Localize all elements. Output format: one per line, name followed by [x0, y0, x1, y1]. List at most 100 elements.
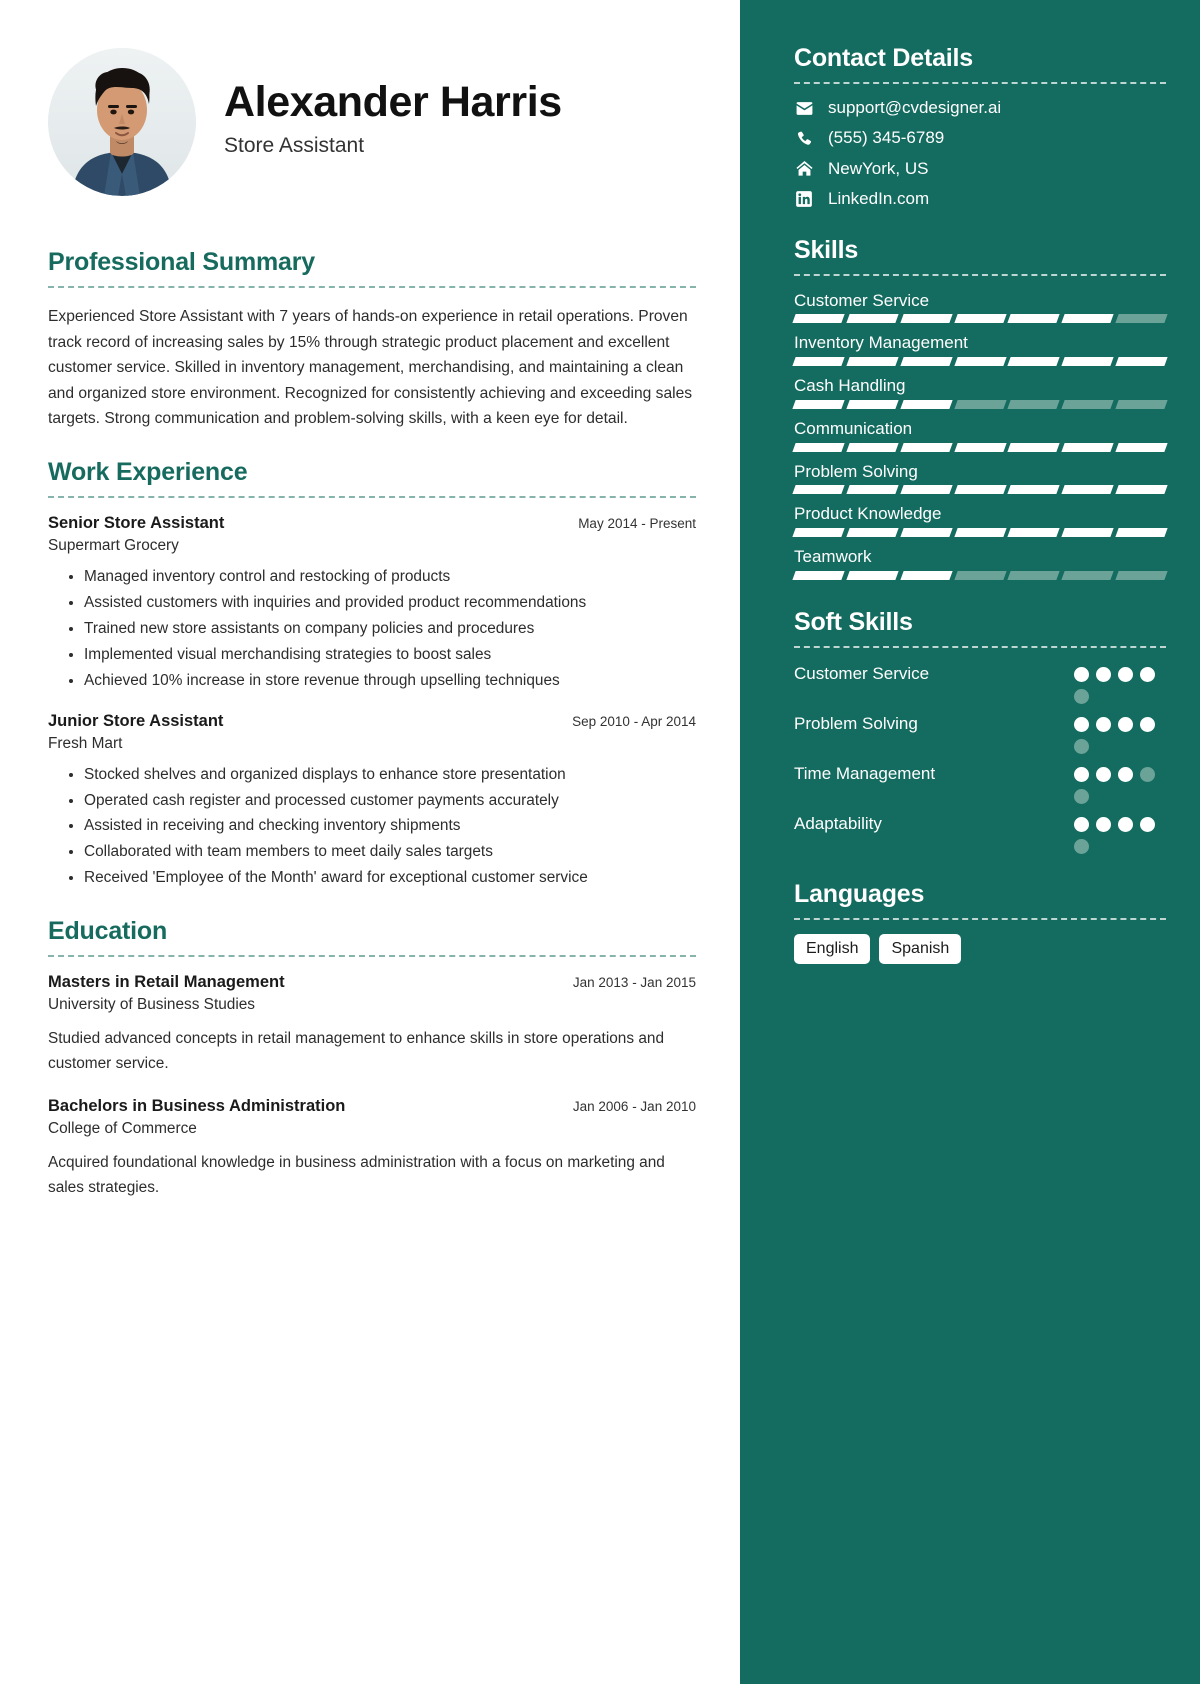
- skill-segment: [792, 442, 845, 452]
- section-professional-summary: Professional Summary Experienced Store A…: [48, 248, 696, 432]
- skill-level-bar: [792, 399, 1168, 409]
- job-title: Junior Store Assistant: [48, 711, 224, 730]
- skill-segment: [1061, 485, 1114, 495]
- skill-item: Communication: [792, 418, 1168, 452]
- education-dates: Jan 2013 - Jan 2015: [572, 975, 696, 991]
- skill-item: Cash Handling: [792, 375, 1168, 409]
- soft-skill-rating: [1074, 812, 1166, 854]
- skill-segment: [900, 357, 953, 367]
- divider: [794, 273, 1166, 276]
- work-experience-item: Senior Store Assistant May 2014 - Present…: [48, 514, 696, 694]
- education-header: Masters in Retail Management Jan 2013 - J…: [48, 973, 696, 992]
- work-experience-item: Junior Store Assistant Sep 2010 - Apr 201…: [48, 712, 696, 892]
- contact-value: LinkedIn.com: [828, 189, 930, 209]
- language-chip[interactable]: Spanish: [879, 933, 962, 965]
- sidebar-section-languages: Languages English Spanish: [794, 880, 1166, 965]
- rating-dot: [1074, 666, 1089, 682]
- section-title-soft-skills: Soft Skills: [794, 607, 913, 636]
- contact-row[interactable]: LinkedIn.com: [794, 189, 1166, 209]
- rating-dot: [1118, 716, 1133, 732]
- education-item: Masters in Retail Management Jan 2013 - J…: [48, 973, 696, 1077]
- contact-row[interactable]: (555) 345-6789: [794, 128, 1166, 148]
- divider: [794, 917, 1166, 920]
- skill-segment: [953, 528, 1007, 538]
- soft-skills-list: Customer Service Problem Solving Time Mana…: [794, 662, 1166, 854]
- skill-segment: [1115, 528, 1168, 538]
- name-block: Alexander Harris Store Assistant: [224, 80, 562, 163]
- skill-label: Communication: [794, 418, 913, 438]
- skill-segment: [792, 528, 845, 538]
- contact-row[interactable]: NewYork, US: [794, 159, 1166, 179]
- skill-segment: [953, 485, 1007, 495]
- skill-item: Customer Service: [792, 290, 1168, 324]
- skill-label: Inventory Management: [794, 333, 968, 353]
- skill-segment: [1115, 314, 1168, 324]
- job-bullet: Received 'Employee of the Month' award f…: [84, 866, 696, 891]
- skill-segment: [900, 314, 953, 324]
- education-description: Studied advanced concepts in retail mana…: [48, 1030, 665, 1073]
- section-title-work: Work Experience: [48, 457, 248, 486]
- job-bullet: Collaborated with team members to meet d…: [84, 840, 696, 865]
- soft-skill-label: Time Management: [794, 763, 936, 783]
- rating-dot: [1118, 666, 1133, 682]
- education-item: Bachelors in Business Administration Jan …: [48, 1097, 696, 1201]
- job-header: Senior Store Assistant May 2014 - Present: [48, 514, 696, 533]
- divider: [794, 645, 1166, 648]
- job-organization: Supermart Grocery: [48, 536, 179, 554]
- sidebar-section-soft-skills: Soft Skills Customer Service Problem Solv…: [794, 608, 1166, 854]
- skill-label: Cash Handling: [794, 376, 906, 396]
- soft-skill-label: Customer Service: [794, 663, 930, 683]
- job-bullet: Stocked shelves and organized displays t…: [84, 763, 696, 788]
- job-dates: Sep 2010 - Apr 2014: [572, 713, 696, 729]
- skill-item: Product Knowledge: [792, 503, 1168, 538]
- job-role-subtitle: Store Assistant: [224, 133, 365, 157]
- rating-dot: [1096, 816, 1111, 832]
- contact-value: (555) 345-6789: [828, 128, 945, 148]
- skill-item: Inventory Management: [792, 332, 1168, 367]
- divider: [794, 82, 1166, 84]
- job-bullet: Assisted customers with inquiries and pr…: [84, 591, 696, 616]
- rating-dot: [1096, 666, 1111, 682]
- skill-segment: [792, 570, 845, 580]
- education-list: Masters in Retail Management Jan 2013 - J…: [48, 973, 696, 1201]
- skill-segment: [1115, 485, 1168, 495]
- rating-dot: [1074, 716, 1089, 732]
- skill-segment: [900, 399, 953, 409]
- skill-segment: [846, 399, 899, 409]
- skill-segment: [953, 314, 1007, 324]
- contact-row[interactable]: support@cvdesigner.ai: [794, 98, 1166, 118]
- skill-segment: [792, 357, 845, 367]
- resume-page: Alexander Harris Store Assistant Profess…: [0, 0, 1200, 1684]
- skill-segment: [1007, 399, 1060, 409]
- job-organization: Fresh Mart: [48, 734, 123, 752]
- skills-list: Customer Service Inventory Management Cash…: [792, 290, 1168, 580]
- skill-label: Customer Service: [794, 290, 930, 310]
- rating-dot: [1074, 838, 1089, 854]
- contact-list: support@cvdesigner.ai (555) 345-6789 NewYo…: [794, 98, 1166, 210]
- section-title-languages: Languages: [794, 879, 925, 908]
- rating-dot: [1096, 716, 1111, 732]
- rating-dot: [1118, 766, 1133, 782]
- education-school: University of Business Studies: [48, 996, 256, 1014]
- skill-segment: [792, 485, 845, 495]
- section-title-education: Education: [48, 917, 168, 946]
- soft-skill-rating: [1074, 662, 1166, 704]
- skill-level-bar: [792, 485, 1168, 495]
- skill-segment: [1007, 528, 1060, 538]
- skill-segment: [1061, 570, 1114, 580]
- skill-segment: [846, 485, 899, 495]
- avatar: [48, 48, 196, 196]
- linkedin-icon: [794, 189, 814, 209]
- job-bullet-list: Managed inventory control and restocking…: [48, 565, 696, 694]
- skill-segment: [846, 528, 899, 538]
- language-chip[interactable]: English: [794, 933, 871, 965]
- rating-dot: [1140, 766, 1155, 782]
- job-bullet: Implemented visual merchandising strateg…: [84, 643, 696, 668]
- skill-segment: [846, 570, 899, 580]
- rating-dot: [1074, 816, 1089, 832]
- rating-dot: [1074, 788, 1089, 804]
- job-bullet: Assisted in receiving and checking inven…: [84, 814, 696, 839]
- rating-dot: [1074, 766, 1089, 782]
- skill-segment: [900, 570, 953, 580]
- skill-segment: [953, 357, 1007, 367]
